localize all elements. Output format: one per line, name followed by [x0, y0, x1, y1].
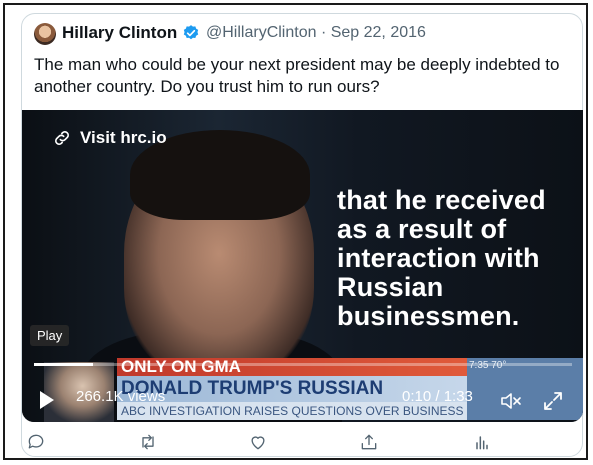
- play-icon[interactable]: [40, 391, 54, 409]
- handle-and-date[interactable]: @HillaryClinton · Sep 22, 2016: [206, 24, 426, 42]
- video-time: 0:10 / 1:33: [402, 388, 473, 405]
- avatar[interactable]: [34, 23, 56, 45]
- video-progress-bar[interactable]: [34, 363, 572, 366]
- fullscreen-icon[interactable]: [542, 390, 564, 412]
- verified-badge-icon: [183, 25, 199, 40]
- analytics-icon[interactable]: [472, 432, 492, 452]
- reply-icon[interactable]: [26, 432, 46, 452]
- mute-icon[interactable]: [499, 390, 523, 412]
- video-caption-overlay: that he received as a result of interact…: [337, 185, 546, 331]
- video-progress-fill: [34, 363, 94, 366]
- tweet-text: The man who could be your next president…: [34, 55, 560, 96]
- view-count: 266.1K views: [76, 388, 166, 405]
- share-icon[interactable]: [359, 432, 379, 452]
- visit-link[interactable]: Visit hrc.io: [52, 128, 167, 148]
- screenshot-frame: Hillary Clinton @HillaryClinton · Sep 22…: [3, 3, 588, 460]
- like-icon[interactable]: [248, 432, 268, 452]
- link-icon: [55, 131, 69, 145]
- tweet-action-bar: [22, 432, 584, 456]
- lower-third-top: ONLY ON GMA: [117, 358, 467, 376]
- retweet-icon[interactable]: [138, 432, 158, 452]
- tweet-card[interactable]: Hillary Clinton @HillaryClinton · Sep 22…: [21, 13, 583, 457]
- play-tooltip: Play: [30, 325, 70, 346]
- author-name[interactable]: Hillary Clinton: [62, 23, 177, 43]
- video-player[interactable]: Visit hrc.io that he received as a resul…: [22, 110, 583, 422]
- visit-link-label[interactable]: Visit hrc.io: [80, 128, 167, 148]
